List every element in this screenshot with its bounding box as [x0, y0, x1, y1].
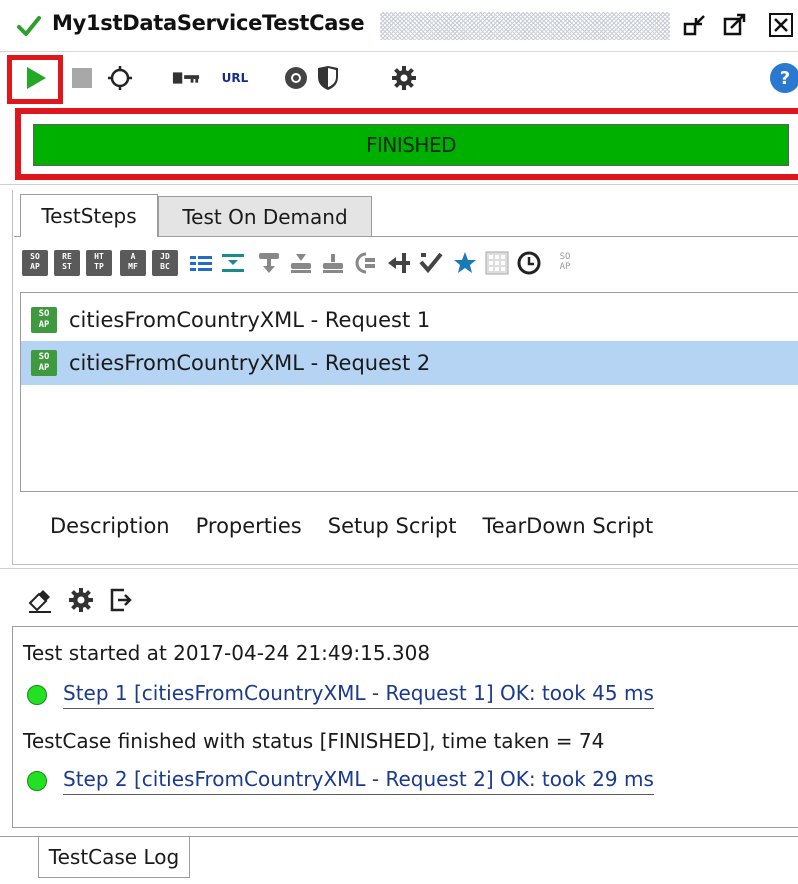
list-item[interactable]: SO AP citiesFromCountryXML - Request 2	[21, 341, 798, 385]
status-text: FINISHED	[365, 133, 457, 157]
settings-icon[interactable]	[68, 587, 94, 613]
datasource-icon[interactable]	[320, 250, 346, 276]
assertion-icon[interactable]	[418, 250, 444, 276]
property-transfer-icon[interactable]	[220, 250, 246, 276]
jdbc-step-icon[interactable]: JD BC	[152, 250, 178, 276]
title-drag-area[interactable]	[380, 12, 670, 40]
check-icon	[17, 16, 41, 36]
divider	[190, 836, 798, 837]
soap-step-icon: SO AP	[31, 350, 57, 376]
tab-setup-script[interactable]: Setup Script	[328, 514, 457, 538]
status-ok-icon	[27, 685, 47, 705]
step-label: citiesFromCountryXML - Request 1	[69, 308, 431, 332]
export-icon[interactable]	[108, 587, 134, 613]
tab-test-on-demand[interactable]: Test On Demand	[158, 196, 372, 236]
title-bar: My1stDataServiceTestCase	[0, 0, 798, 52]
test-case-toolbar: URL ?	[0, 53, 798, 103]
soap-mock-icon[interactable]: SO AP	[552, 250, 578, 276]
stop-icon[interactable]	[68, 64, 96, 92]
log-step-row: Step 1 [citiesFromCountryXML - Request 1…	[27, 681, 654, 709]
tab-teststeps[interactable]: TestSteps	[20, 194, 158, 237]
step-label: citiesFromCountryXML - Request 2	[69, 351, 431, 375]
run-highlight	[7, 55, 63, 104]
divider	[0, 836, 38, 837]
amf-step-icon[interactable]: A MF	[120, 250, 146, 276]
log-toolbar	[26, 584, 134, 616]
divider	[0, 568, 798, 569]
teststep-toolbar: SO AP RE ST HT TP A MF JD BC SO AP	[22, 246, 798, 286]
groovy-script-icon[interactable]	[386, 250, 412, 276]
popout-icon[interactable]	[722, 12, 748, 38]
datasource-loop-icon[interactable]	[352, 250, 378, 276]
log-step-row: Step 2 [citiesFromCountryXML - Request 2…	[27, 767, 654, 795]
help-icon[interactable]: ?	[770, 63, 798, 93]
rest-step-icon[interactable]: RE ST	[54, 250, 80, 276]
soap-step-icon[interactable]: SO AP	[22, 250, 48, 276]
monitor-icon[interactable]	[282, 64, 310, 92]
url-icon[interactable]: URL	[218, 64, 252, 92]
list-item[interactable]: SO AP citiesFromCountryXML - Request 1	[21, 298, 798, 342]
run-testcase-icon[interactable]	[288, 250, 314, 276]
log-finished: TestCase finished with status [FINISHED]…	[23, 729, 605, 753]
settings-icon[interactable]	[390, 64, 418, 92]
window-title: My1stDataServiceTestCase	[52, 11, 365, 35]
eraser-icon[interactable]	[26, 586, 54, 614]
http-step-icon[interactable]: HT TP	[86, 250, 112, 276]
tab-teardown-script[interactable]: TearDown Script	[482, 514, 653, 538]
loadtest-icon[interactable]	[106, 64, 134, 92]
properties-step-icon[interactable]	[188, 250, 214, 276]
log-step-2-link[interactable]: Step 2 [citiesFromCountryXML - Request 2…	[63, 767, 654, 795]
grid-icon[interactable]	[484, 250, 510, 276]
tab-properties[interactable]: Properties	[196, 514, 302, 538]
log-started: Test started at 2017-04-24 21:49:15.308	[23, 641, 431, 665]
security-icon[interactable]	[314, 64, 342, 92]
soap-step-icon: SO AP	[31, 307, 57, 333]
conditional-goto-icon[interactable]	[256, 250, 282, 276]
delay-clock-icon[interactable]	[516, 250, 542, 276]
status-progress-bar: FINISHED	[33, 124, 789, 166]
close-icon[interactable]	[768, 12, 794, 38]
test-log: Test started at 2017-04-24 21:49:15.308 …	[12, 626, 798, 828]
restore-icon[interactable]	[682, 12, 708, 38]
favorite-star-icon[interactable]	[452, 250, 478, 276]
status-ok-icon	[27, 771, 47, 791]
tab-description[interactable]: Description	[50, 514, 170, 538]
divider	[0, 184, 798, 185]
log-step-1-link[interactable]: Step 1 [citiesFromCountryXML - Request 1…	[63, 681, 654, 709]
key-value-icon[interactable]	[172, 64, 200, 92]
teststep-list: SO AP citiesFromCountryXML - Request 1 SO…	[20, 292, 798, 492]
inspector-tabs: Description Properties Setup Script Tear…	[50, 514, 653, 538]
tab-testcase-log[interactable]: TestCase Log	[38, 836, 190, 878]
